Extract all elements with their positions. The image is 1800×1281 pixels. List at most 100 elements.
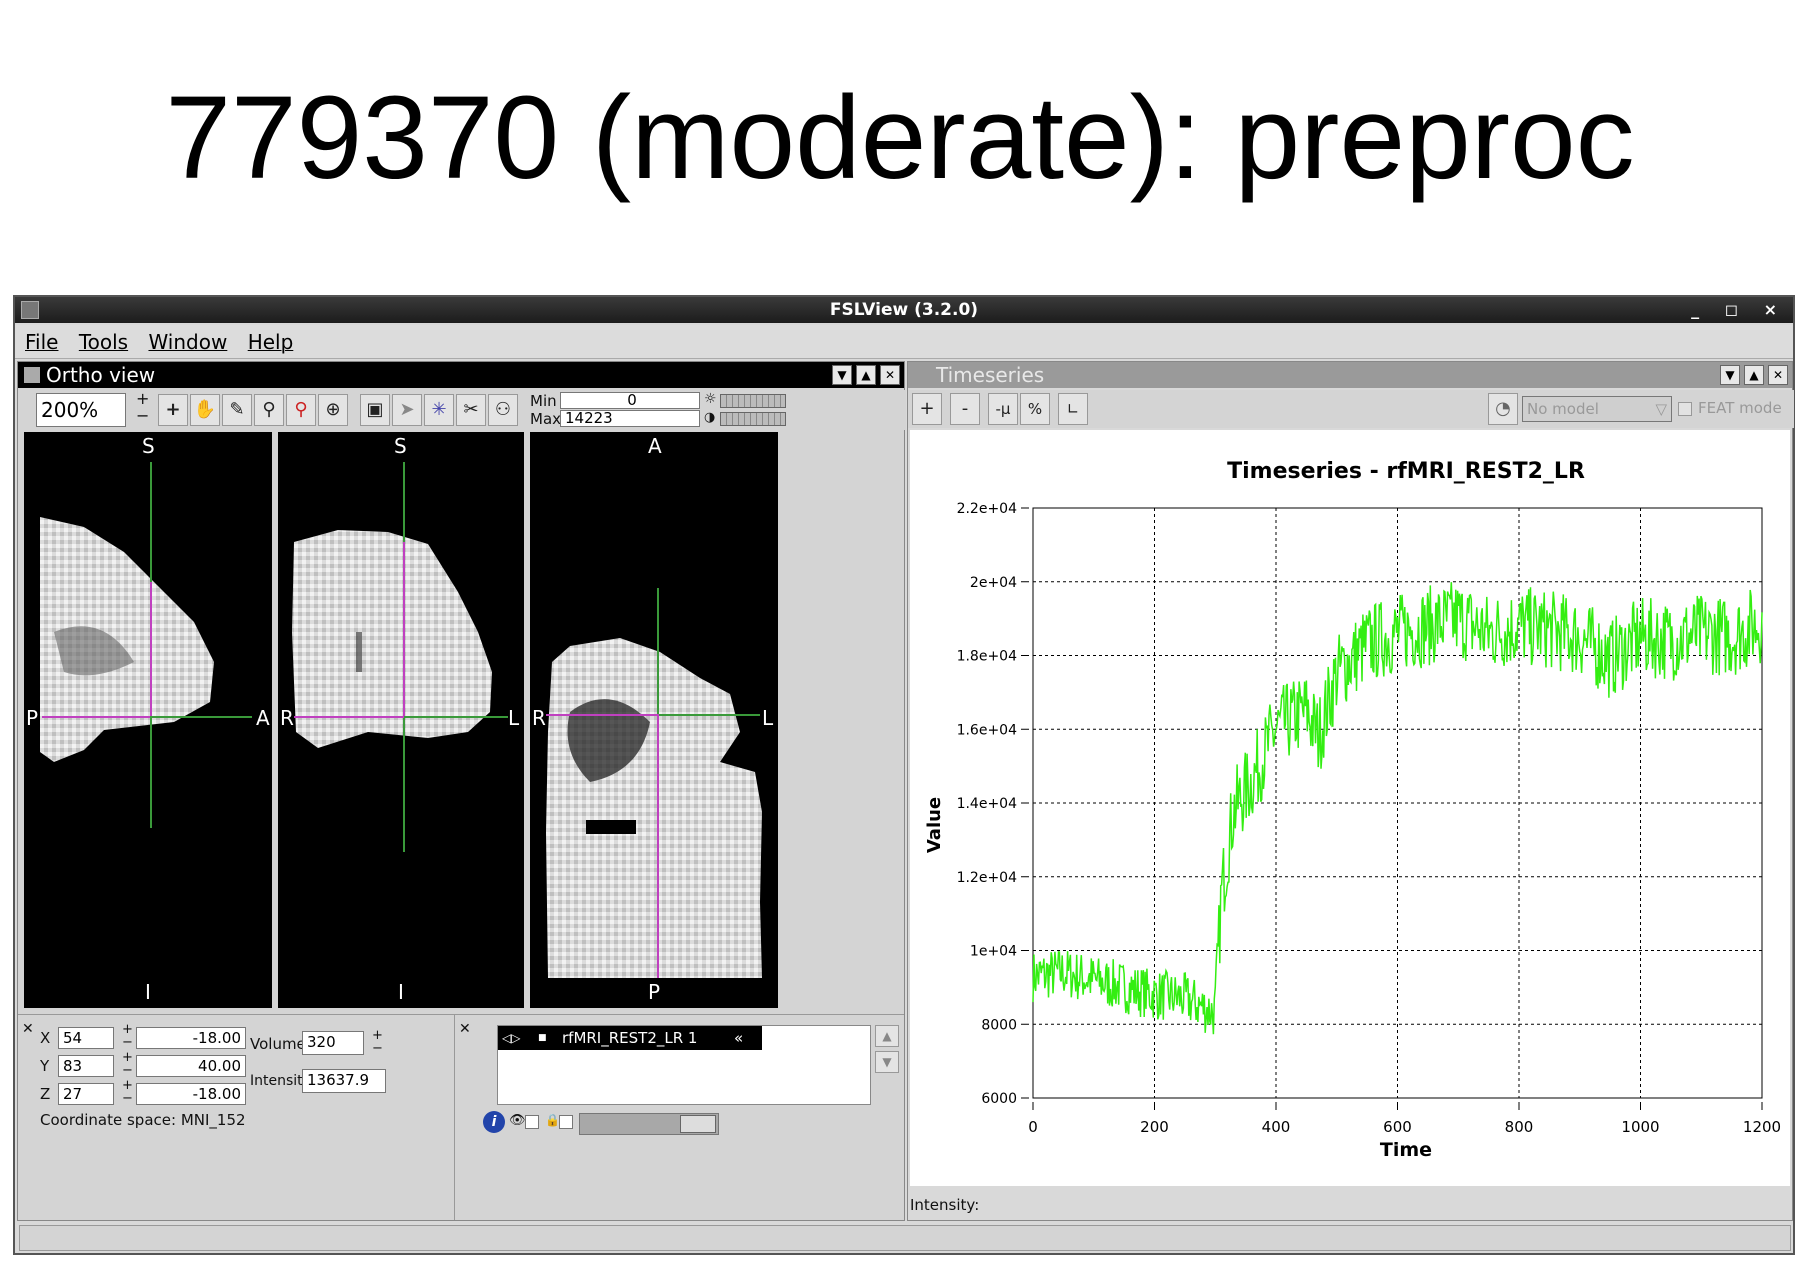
orient-left: P xyxy=(26,706,39,730)
z-mm-field[interactable]: -18.00 xyxy=(136,1083,246,1105)
ortho-view-panel: Ortho view ▼ ▲ ✕ 200% + − + ✋ ✎ ⚲ ⚲ ⊕ ▣ ➤… xyxy=(17,361,906,1221)
x-stepper[interactable]: + − xyxy=(122,1023,133,1049)
volume-field[interactable]: 320 xyxy=(302,1031,364,1055)
chart-xlabel: Time xyxy=(1380,1139,1432,1161)
lock-checkbox[interactable] xyxy=(559,1115,573,1129)
move-layer-down-icon[interactable]: ▼ xyxy=(875,1051,899,1073)
y-tick-label: 1.2e+04 xyxy=(957,870,1018,886)
orient-bottom: P xyxy=(648,980,661,1004)
panel-dropdown-icon[interactable]: ▼ xyxy=(832,365,852,385)
center-cursor-icon[interactable]: ⊕ xyxy=(318,394,348,426)
feat-mode-checkbox[interactable] xyxy=(1678,402,1692,416)
z-stepper[interactable]: + − xyxy=(122,1079,133,1105)
demean-button[interactable]: -μ xyxy=(988,393,1018,425)
orient-left: R xyxy=(280,706,294,730)
add-series-button[interactable]: + xyxy=(912,393,942,425)
x-tick-label: 800 xyxy=(1505,1118,1534,1136)
ortho-titlebar[interactable]: Ortho view ▼ ▲ ✕ xyxy=(18,362,904,388)
panel-dropdown-icon[interactable]: ▼ xyxy=(1720,365,1740,385)
cursor-close-icon[interactable]: ✕ xyxy=(22,1021,34,1037)
window-controls[interactable]: _ ◻ × xyxy=(1691,297,1787,323)
pencil-icon[interactable]: ✎ xyxy=(222,394,252,426)
x-voxel-field[interactable]: 54 xyxy=(58,1027,114,1049)
layer-list: ◁▷ ■ rfMRI_REST2_LR 1 « xyxy=(497,1025,871,1105)
panel-float-icon[interactable]: ▲ xyxy=(856,365,876,385)
layer-row[interactable]: ◁▷ ■ rfMRI_REST2_LR 1 « xyxy=(498,1026,762,1050)
zoom-icon[interactable]: ⚲ xyxy=(254,394,284,426)
orient-bottom: I xyxy=(145,980,151,1004)
y-tick-label: 1.6e+04 xyxy=(957,722,1018,738)
x-tick-label: 200 xyxy=(1140,1118,1169,1136)
visible-checkbox[interactable] xyxy=(525,1115,539,1129)
menu-help[interactable]: Help xyxy=(248,330,294,354)
y-stepper[interactable]: + − xyxy=(122,1051,133,1077)
opacity-slider-handle[interactable] xyxy=(680,1115,716,1133)
binoculars-icon[interactable]: ⚇ xyxy=(488,394,518,426)
cursor-magenta-horizontal xyxy=(546,714,658,716)
panel-close-icon[interactable]: ✕ xyxy=(880,365,900,385)
chart-title: Timeseries - rfMRI_REST2_LR xyxy=(1227,459,1585,484)
axial-brain-image xyxy=(546,638,762,978)
y-tick-label: 2.2e+04 xyxy=(957,501,1018,517)
collapse-chevron-icon[interactable]: « xyxy=(734,1026,743,1050)
zoom-stepper[interactable]: + − xyxy=(136,390,149,424)
cursor-magenta-vertical xyxy=(403,542,405,716)
x-mm-field[interactable]: -18.00 xyxy=(136,1027,246,1049)
y-voxel-field[interactable]: 83 xyxy=(58,1055,114,1077)
move-layer-up-icon[interactable]: ▲ xyxy=(875,1025,899,1047)
pan-hand-icon[interactable]: ✋ xyxy=(190,394,220,426)
cut-icon[interactable]: ✂ xyxy=(456,394,486,426)
y-tick-label: 1e+04 xyxy=(970,944,1017,960)
orient-right: L xyxy=(508,706,520,730)
menu-tools[interactable]: Tools xyxy=(79,330,128,354)
ortho-title: Ortho view xyxy=(46,363,156,387)
y-mm-field[interactable]: 40.00 xyxy=(136,1055,246,1077)
arrow-icon[interactable]: ➤ xyxy=(392,394,422,426)
fill-icon[interactable]: ⚲ xyxy=(286,394,316,426)
eye-toggle-icon[interactable]: 👁 xyxy=(509,1113,526,1128)
contrast-slider[interactable] xyxy=(720,412,786,426)
model-dropdown-value: No model xyxy=(1527,400,1599,418)
timeseries-chart[interactable]: Timeseries - rfMRI_REST2_LR Time Value 0… xyxy=(910,430,1790,1186)
layer-name: rfMRI_REST2_LR 1 xyxy=(562,1029,698,1047)
coronal-view[interactable]: S I R L xyxy=(278,432,524,1008)
model-icon[interactable]: ◔ xyxy=(1488,393,1518,425)
y-tick-label: 2e+04 xyxy=(970,575,1017,591)
timeseries-panel: Timeseries ▼ ▲ ✕ + - -μ % ∟ ◔ No model ▽… xyxy=(907,361,1794,1221)
y-tick-label: 1.4e+04 xyxy=(957,796,1018,812)
panel-close-icon[interactable]: ✕ xyxy=(1768,365,1788,385)
remove-series-button[interactable]: - xyxy=(950,393,980,425)
min-field[interactable]: 0 xyxy=(560,392,700,409)
menu-file[interactable]: File xyxy=(25,330,58,354)
lock-icon[interactable]: ■ xyxy=(538,1026,547,1050)
max-label: Max xyxy=(530,410,562,428)
timeseries-toolbar: + - -μ % ∟ ◔ No model ▽ FEAT mode xyxy=(908,390,1794,428)
single-view-icon[interactable]: ▣ xyxy=(360,394,390,426)
axis-toggle-icon[interactable]: ∟ xyxy=(1058,393,1088,425)
timeseries-titlebar[interactable]: Timeseries ▼ ▲ ✕ xyxy=(908,362,1792,388)
slide-title: 779370 (moderate): preproc xyxy=(165,72,1635,204)
percent-button[interactable]: % xyxy=(1020,393,1050,425)
model-dropdown[interactable]: No model ▽ xyxy=(1522,396,1672,422)
zoom-field[interactable]: 200% xyxy=(36,393,126,427)
sagittal-view[interactable]: S I P A xyxy=(24,432,272,1008)
x-tick-label: 0 xyxy=(1028,1118,1038,1136)
opacity-slider[interactable] xyxy=(579,1113,719,1135)
layer-close-icon[interactable]: ✕ xyxy=(459,1021,471,1037)
lock-toggle-icon[interactable]: 🔒 xyxy=(545,1113,560,1127)
z-voxel-field[interactable]: 27 xyxy=(58,1083,114,1105)
cursor-magenta-horizontal xyxy=(294,716,404,718)
visibility-eye-icon[interactable]: ◁▷ xyxy=(502,1026,520,1050)
window-titlebar[interactable]: FSLView (3.2.0) _ ◻ × xyxy=(15,297,1793,323)
menu-window[interactable]: Window xyxy=(148,330,227,354)
cursor-magenta-horizontal xyxy=(42,716,150,718)
info-icon[interactable]: i xyxy=(483,1111,505,1133)
brightness-slider[interactable] xyxy=(720,394,786,408)
menubar: File Tools Window Help xyxy=(15,325,1793,359)
panel-float-icon[interactable]: ▲ xyxy=(1744,365,1764,385)
crosshair-tool-icon[interactable]: + xyxy=(158,394,188,426)
axes-icon[interactable]: ✳ xyxy=(424,394,454,426)
volume-stepper[interactable]: + − xyxy=(372,1029,383,1055)
max-field[interactable]: 14223 xyxy=(560,410,700,427)
axial-view[interactable]: A P R L xyxy=(530,432,778,1008)
